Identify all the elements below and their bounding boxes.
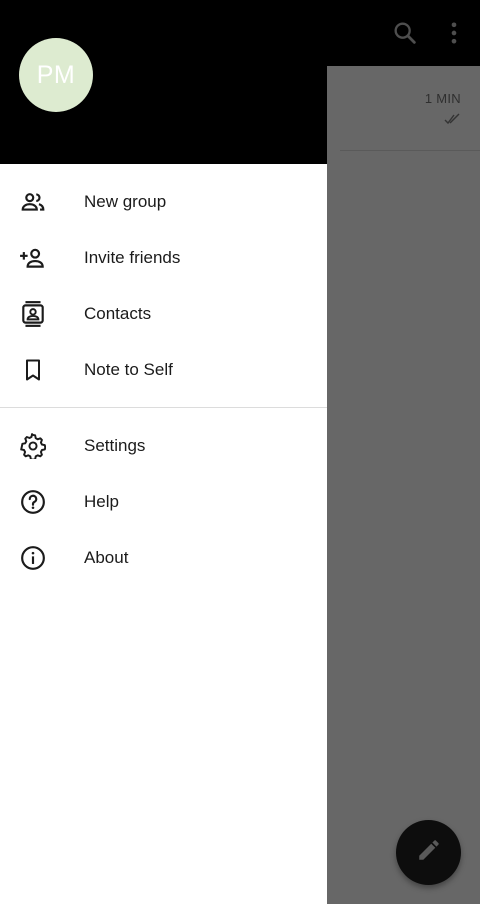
menu-item-label: Note to Self bbox=[84, 360, 173, 379]
compose-button[interactable] bbox=[396, 820, 461, 885]
person-add-icon bbox=[19, 244, 47, 272]
menu-item-label: Contacts bbox=[84, 304, 152, 323]
menu-item-label: Settings bbox=[84, 436, 146, 455]
info-icon bbox=[19, 544, 47, 572]
menu-item-label: Help bbox=[84, 492, 119, 511]
drawer-divider bbox=[0, 407, 327, 408]
more-vert-icon[interactable] bbox=[440, 19, 468, 47]
menu-item-invite-friends[interactable]: Invite friends bbox=[0, 230, 327, 286]
list-divider bbox=[340, 150, 480, 151]
bookmark-icon bbox=[19, 356, 47, 384]
drawer-header: PM bbox=[0, 0, 327, 164]
conversation-time: 1 MIN bbox=[424, 91, 461, 106]
menu-item-about[interactable]: About bbox=[0, 530, 327, 586]
navigation-drawer: PM New group Invite friends Contacts Not… bbox=[0, 0, 327, 904]
menu-item-settings[interactable]: Settings bbox=[0, 418, 327, 474]
menu-item-help[interactable]: Help bbox=[0, 474, 327, 530]
double-check-icon bbox=[444, 112, 462, 126]
menu-item-label: Invite friends bbox=[84, 248, 181, 267]
group-icon bbox=[19, 188, 47, 216]
menu-item-new-group[interactable]: New group bbox=[0, 174, 327, 230]
gear-icon bbox=[19, 432, 47, 460]
search-icon[interactable] bbox=[391, 19, 419, 47]
menu-item-label: About bbox=[84, 548, 129, 567]
avatar[interactable]: PM bbox=[19, 38, 93, 112]
contacts-icon bbox=[19, 300, 47, 328]
menu-item-note-to-self[interactable]: Note to Self bbox=[0, 342, 327, 398]
pencil-icon bbox=[416, 837, 442, 868]
menu-item-contacts[interactable]: Contacts bbox=[0, 286, 327, 342]
help-icon bbox=[19, 488, 47, 516]
menu-item-label: New group bbox=[84, 192, 167, 211]
